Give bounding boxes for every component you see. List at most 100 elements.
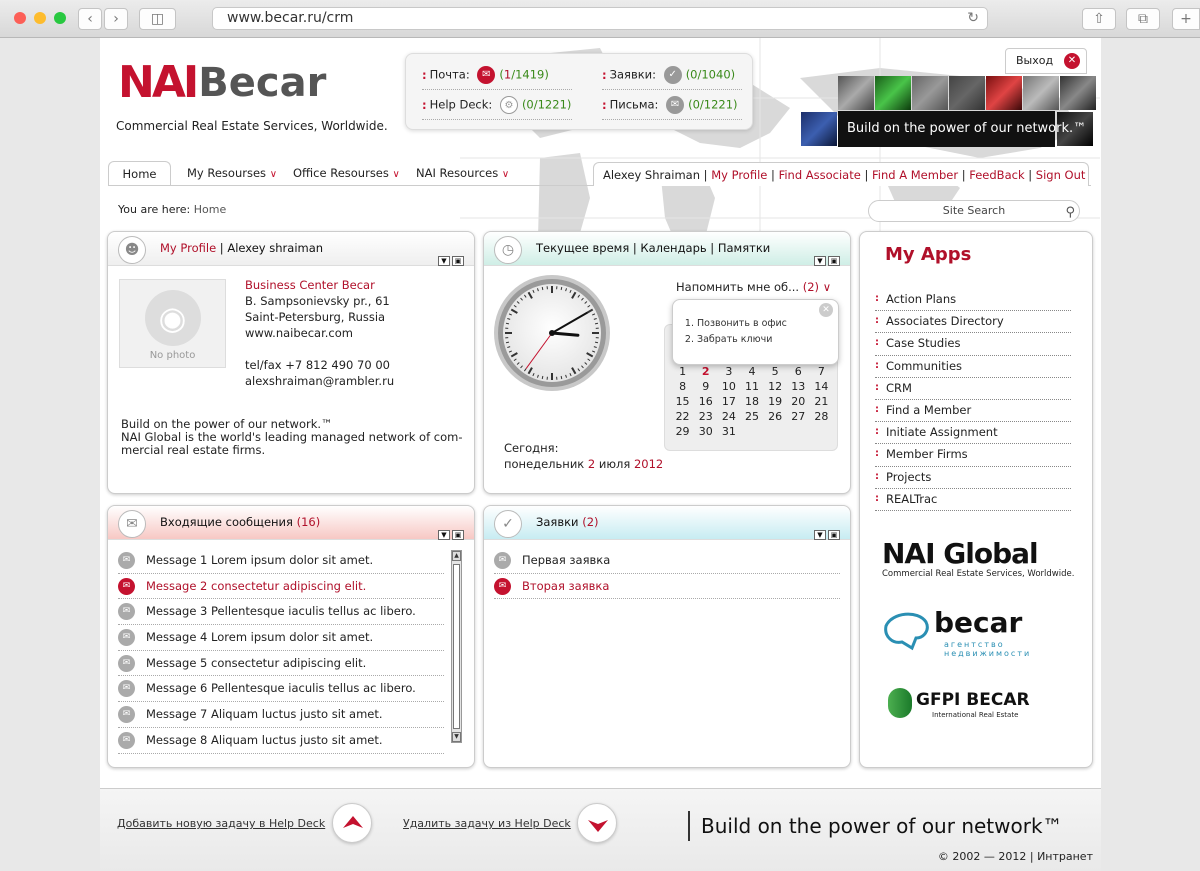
request-item[interactable]: ✉ Первая заявка — [494, 548, 840, 574]
tab-nai-resources[interactable]: NAI Resources ∨ — [416, 161, 509, 186]
breadcrumb-home[interactable]: Home — [194, 203, 226, 216]
app-link[interactable]: : Action Plans — [875, 289, 1071, 312]
calendar-day[interactable]: 25 — [740, 410, 763, 423]
reminder-dropdown[interactable]: Напомнить мне об... (2) ∨ — [676, 280, 831, 294]
calendar-day[interactable]: 30 — [694, 425, 717, 438]
profile-website[interactable]: www.naibecar.com — [245, 325, 394, 341]
close-icon[interactable]: ✕ — [819, 303, 833, 317]
link-my-profile[interactable]: My Profile — [711, 168, 767, 182]
share-button[interactable]: ⇧ — [1082, 8, 1116, 30]
tab-office-resourses[interactable]: Office Resourses ∨ — [293, 161, 400, 186]
calendar-day[interactable]: 11 — [740, 380, 763, 393]
calendar-day[interactable]: 10 — [717, 380, 740, 393]
maximize-icon[interactable]: ▣ — [828, 256, 840, 266]
calendar-day[interactable]: 12 — [764, 380, 787, 393]
link-sign-out[interactable]: Sign Out — [1036, 168, 1086, 182]
calendar-day[interactable]: 31 — [717, 425, 740, 438]
address-bar[interactable]: www.becar.ru/crm ↻ — [212, 7, 988, 30]
tab-my-resourses[interactable]: My Resourses ∨ — [187, 161, 277, 186]
calendar-day[interactable]: 1 — [671, 365, 694, 378]
collapse-icon[interactable]: ▼ — [814, 530, 826, 540]
minimize-window-button[interactable] — [34, 12, 46, 24]
maximize-icon[interactable]: ▣ — [828, 530, 840, 540]
back-button[interactable]: ‹ — [78, 8, 102, 30]
add-task-link[interactable]: Добавить новую задачу в Help Deck — [117, 817, 325, 830]
calendar-day[interactable]: 4 — [740, 365, 763, 378]
profile-company[interactable]: Business Center Becar — [245, 277, 394, 293]
status-letters[interactable]: : Письма: ✉ (0/1221) — [602, 96, 742, 120]
status-requests[interactable]: : Заявки: ✓ (0/1040) — [602, 66, 742, 90]
scroll-up-icon[interactable]: ▲ — [452, 551, 461, 561]
calendar-day[interactable]: 16 — [694, 395, 717, 408]
app-link[interactable]: : REALTrac — [875, 489, 1071, 511]
app-link[interactable]: : CRM — [875, 378, 1071, 400]
scroll-down-icon[interactable]: ▼ — [452, 732, 461, 742]
collapse-icon[interactable]: ▼ — [814, 256, 826, 266]
calendar-day[interactable]: 19 — [764, 395, 787, 408]
remove-task-button[interactable] — [577, 803, 617, 843]
app-link[interactable]: : Projects — [875, 467, 1071, 489]
app-link[interactable]: : Associates Directory — [875, 311, 1071, 334]
profile-email[interactable]: alexshraiman@rambler.ru — [245, 373, 394, 389]
collapse-icon[interactable]: ▼ — [438, 256, 450, 266]
status-mail[interactable]: : Почта: ✉ (1/1419) — [422, 66, 572, 90]
app-link[interactable]: : Communities — [875, 356, 1071, 378]
calendar-day[interactable]: 8 — [671, 380, 694, 393]
profile-title-link[interactable]: My Profile — [160, 241, 216, 255]
message-item[interactable]: ✉ Message 4 Lorem ipsum dolor sit amet. — [118, 625, 444, 651]
message-scrollbar[interactable]: ▲ ▼ — [451, 550, 462, 743]
calendar-day[interactable]: 20 — [787, 395, 810, 408]
calendar-day[interactable]: 23 — [694, 410, 717, 423]
calendar-day[interactable]: 14 — [810, 380, 833, 393]
calendar-day[interactable]: 18 — [740, 395, 763, 408]
gfpi-becar-logo[interactable]: GFPI BECAR International Real Estate — [888, 686, 1068, 726]
remove-task-link[interactable]: Удалить задачу из Help Deck — [403, 817, 571, 830]
calendar-day[interactable]: 15 — [671, 395, 694, 408]
message-item[interactable]: ✉ Message 3 Pellentesque iaculis tellus a… — [118, 599, 444, 626]
exit-button[interactable]: Выход ✕ — [1005, 48, 1087, 74]
link-find-associate[interactable]: Find Associate — [779, 168, 861, 182]
nai-global-logo[interactable]: NAI Global Commercial Real Estate Servic… — [882, 539, 1074, 580]
message-item[interactable]: ✉ Message 8 Aliquam luctus justo sit amet… — [118, 728, 444, 754]
reload-icon[interactable]: ↻ — [967, 8, 979, 29]
calendar-day[interactable]: 2 — [694, 365, 717, 378]
calendar-day[interactable]: 24 — [717, 410, 740, 423]
status-helpdesk[interactable]: : Help Deck: ⚙ (0/1221) — [422, 96, 572, 120]
calendar-day[interactable]: 6 — [787, 365, 810, 378]
add-task-button[interactable] — [332, 803, 372, 843]
app-link[interactable]: : Case Studies — [875, 333, 1071, 356]
calendar-day[interactable]: 7 — [810, 365, 833, 378]
app-link[interactable]: : Find a Member — [875, 400, 1071, 423]
site-search-input[interactable]: Site Search ⚲ — [868, 200, 1080, 222]
close-window-button[interactable] — [14, 12, 26, 24]
scroll-thumb[interactable] — [453, 564, 460, 729]
calendar-day[interactable]: 13 — [787, 380, 810, 393]
app-link[interactable]: : Member Firms — [875, 444, 1071, 467]
collapse-icon[interactable]: ▼ — [438, 530, 450, 540]
maximize-icon[interactable]: ▣ — [452, 256, 464, 266]
sidebar-toggle-button[interactable]: ◫ — [139, 8, 176, 30]
calendar-day[interactable]: 22 — [671, 410, 694, 423]
tab-home[interactable]: Home — [108, 161, 171, 186]
tabs-overview-button[interactable]: ⧉ — [1126, 8, 1160, 30]
message-item[interactable]: ✉ Message 6 Pellentesque iaculis tellus a… — [118, 676, 444, 703]
forward-button[interactable]: › — [104, 8, 128, 30]
link-find-a-member[interactable]: Find A Member — [872, 168, 958, 182]
message-item[interactable]: ✉ Message 7 Aliquam luctus justo sit amet… — [118, 702, 444, 728]
calendar-day[interactable]: 26 — [764, 410, 787, 423]
request-item[interactable]: ✉ Вторая заявка — [494, 574, 840, 600]
message-item[interactable]: ✉ Message 1 Lorem ipsum dolor sit amet. — [118, 548, 444, 574]
calendar-day[interactable]: 21 — [810, 395, 833, 408]
calendar-day[interactable]: 17 — [717, 395, 740, 408]
calendar-day[interactable]: 29 — [671, 425, 694, 438]
calendar-day[interactable]: 27 — [787, 410, 810, 423]
nai-becar-logo[interactable]: NAIBecar — [118, 60, 326, 107]
message-item[interactable]: ✉ Message 2 consectetur adipiscing elit. — [118, 574, 444, 600]
calendar-day[interactable]: 3 — [717, 365, 740, 378]
reminder-item[interactable]: Забрать ключи — [697, 332, 787, 348]
maximize-icon[interactable]: ▣ — [452, 530, 464, 540]
message-item[interactable]: ✉ Message 5 consectetur adipiscing elit. — [118, 651, 444, 677]
search-icon[interactable]: ⚲ — [1065, 203, 1075, 223]
maximize-window-button[interactable] — [54, 12, 66, 24]
new-tab-button[interactable]: + — [1172, 8, 1200, 30]
